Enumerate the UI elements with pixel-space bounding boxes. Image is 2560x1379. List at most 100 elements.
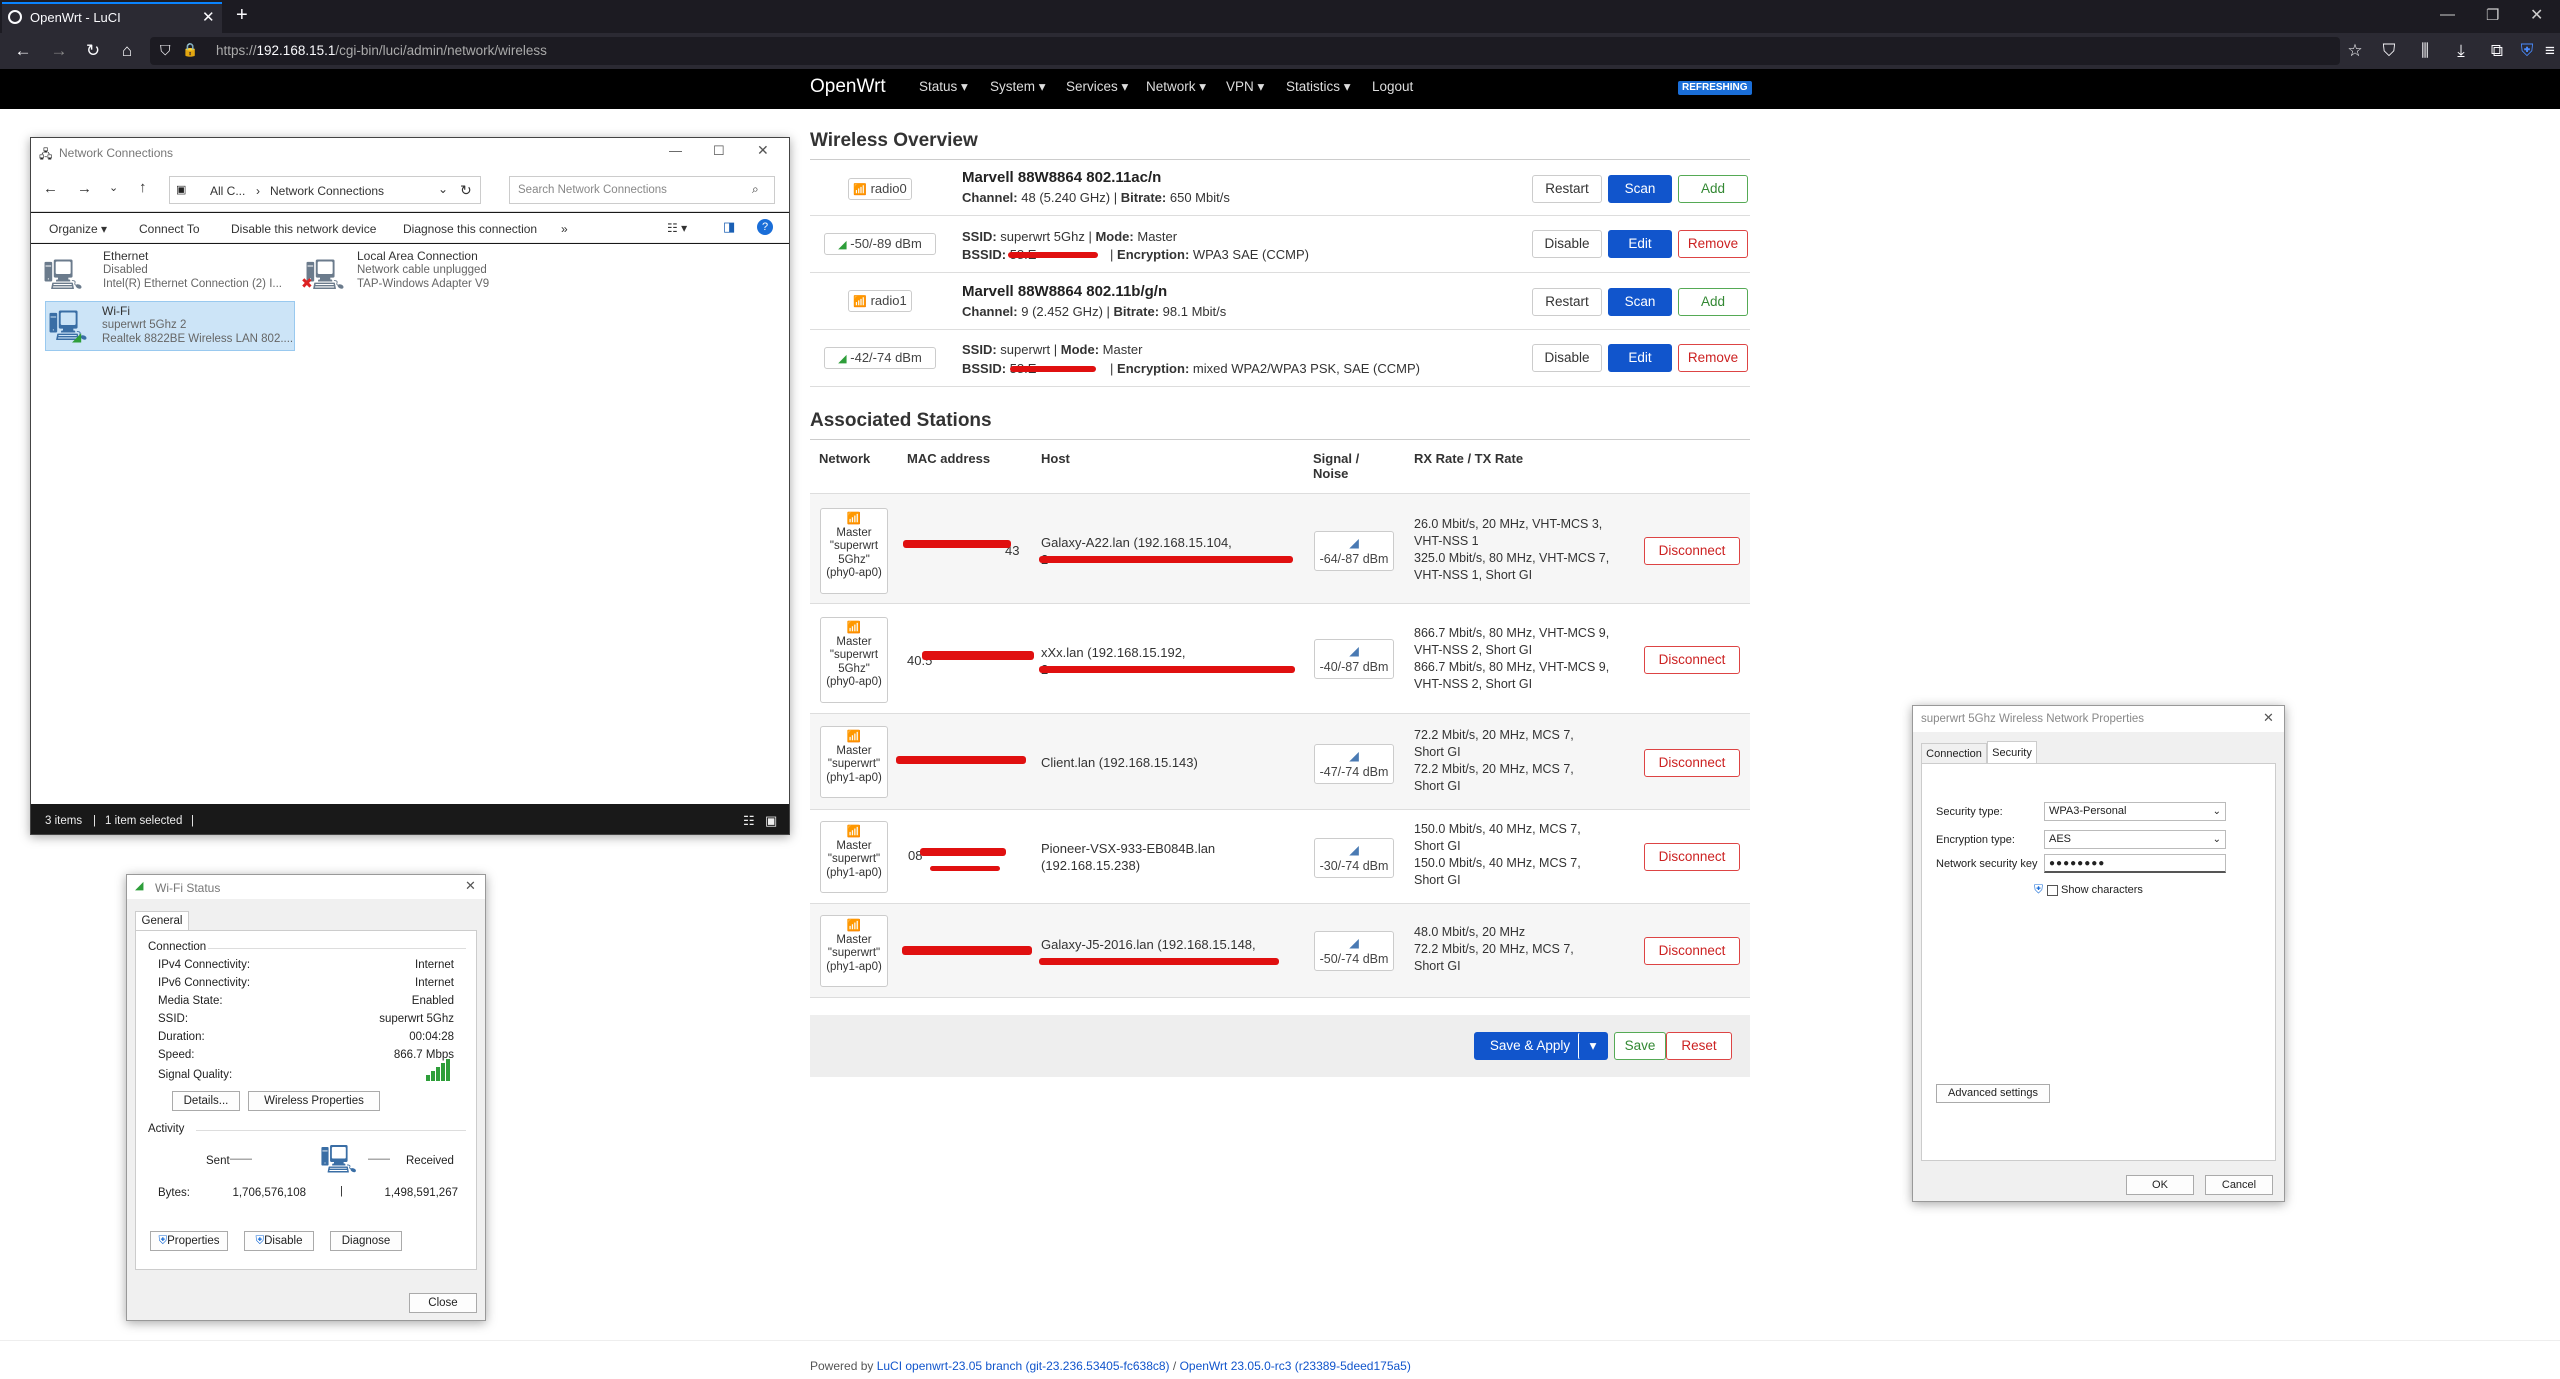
search-icon[interactable]: ⌕ (752, 182, 759, 197)
menu-network[interactable]: Network ▾ (1146, 69, 1206, 105)
forward-icon[interactable]: → (44, 33, 74, 69)
browser-tab[interactable]: OpenWrt - LuCI ✕ (2, 2, 222, 33)
up-icon[interactable]: ↑ (139, 179, 147, 196)
radio0-add-button[interactable]: Add (1678, 175, 1748, 203)
save-apply-button[interactable]: Save & Apply (1474, 1032, 1586, 1060)
tab-general[interactable]: General (135, 911, 189, 931)
radio1-scan-button[interactable]: Scan (1608, 288, 1672, 316)
tab-connection[interactable]: Connection (1921, 743, 1987, 763)
close-button[interactable]: Close (409, 1293, 477, 1313)
footer-luci-link[interactable]: LuCI openwrt-23.05 branch (git-23.236.53… (877, 1359, 1170, 1373)
wireless-properties-button[interactable]: Wireless Properties (248, 1091, 380, 1111)
save-apply-dropdown[interactable]: ▾ (1578, 1032, 1608, 1060)
wifi-item[interactable]: 🖳 ◢ Wi-Fi superwrt 5Ghz 2 Realtek 8822BE… (45, 301, 295, 351)
search-input[interactable]: Search Network Connections ⌕ (509, 176, 775, 204)
url-bar[interactable]: ⛉ 🔒 https://192.168.15.1/cgi-bin/luci/ad… (150, 37, 2340, 65)
details-button[interactable]: Details... (172, 1091, 240, 1111)
minimize-icon[interactable]: — (2440, 6, 2455, 23)
organize-button[interactable]: Organize ▾ (49, 222, 107, 236)
show-characters-checkbox[interactable] (2047, 885, 2058, 896)
disconnect-button[interactable]: Disconnect (1644, 646, 1740, 674)
radio1-add-button[interactable]: Add (1678, 288, 1748, 316)
menu-status[interactable]: Status ▾ (919, 69, 968, 105)
pocket-icon[interactable]: ⛉ (2376, 33, 2402, 69)
station-rate: 26.0 Mbit/s, 20 MHz, VHT-MCS 3, VHT-NSS 1… (1414, 517, 1610, 582)
large-icons-view-icon[interactable]: ▣ (765, 813, 777, 829)
address-bar[interactable]: ▣ All C... › Network Connections ⌄ ↻ (169, 176, 481, 204)
properties-button[interactable]: ⛨Properties (150, 1231, 228, 1251)
tab-security[interactable]: Security (1987, 741, 2037, 764)
address-dropdown-icon[interactable]: ⌄ (438, 182, 448, 196)
close-icon[interactable]: ✕ (757, 142, 769, 159)
network-key-input[interactable]: ●●●●●●●● (2044, 854, 2226, 873)
footer-openwrt-link[interactable]: OpenWrt 23.05.0-rc3 (r23389-5deed175a5) (1180, 1359, 1411, 1373)
radio0-restart-button[interactable]: Restart (1532, 175, 1602, 203)
preview-pane-icon[interactable]: ◨ (723, 219, 735, 235)
ethernet-adapter-icon: 🖳 (43, 259, 84, 292)
diagnose-button[interactable]: Diagnose this connection (403, 222, 537, 236)
forward-icon[interactable]: → (77, 180, 92, 197)
details-view-icon[interactable]: ☷ (743, 813, 755, 829)
library-icon[interactable]: ⫼ (2412, 33, 2438, 69)
wifinet0-remove-button[interactable]: Remove (1678, 230, 1748, 258)
minimize-icon[interactable]: — (669, 143, 682, 158)
help-icon[interactable]: ? (757, 219, 773, 235)
cancel-button[interactable]: Cancel (2205, 1175, 2273, 1195)
local-area-connection-item[interactable]: 🖳 ✖ Local Area Connection Network cable … (299, 247, 553, 297)
reset-button[interactable]: Reset (1666, 1032, 1732, 1060)
advanced-settings-button[interactable]: Advanced settings (1936, 1084, 2050, 1103)
close-icon[interactable]: ✕ (2263, 710, 2274, 726)
extensions-icon[interactable]: ⧉ (2484, 33, 2510, 69)
crumb-network-connections[interactable]: Network Connections (270, 184, 384, 198)
back-icon[interactable]: ← (43, 180, 58, 197)
ethernet-item[interactable]: 🖳 Ethernet Disabled Intel(R) Ethernet Co… (37, 247, 291, 297)
menu-logout[interactable]: Logout (1372, 69, 1413, 105)
bitwarden-icon[interactable]: ⛨ (2516, 33, 2538, 69)
disable-device-button[interactable]: Disable this network device (231, 222, 376, 236)
radio0-scan-button[interactable]: Scan (1608, 175, 1672, 203)
save-button[interactable]: Save (1614, 1032, 1666, 1060)
refreshing-badge[interactable]: REFRESHING (1678, 81, 1752, 95)
wifinet0-disable-button[interactable]: Disable (1532, 230, 1602, 258)
back-icon[interactable]: ← (8, 33, 38, 69)
wifinet1-edit-button[interactable]: Edit (1608, 344, 1672, 372)
encryption-type-select[interactable]: AES ⌄ (2044, 830, 2226, 849)
status-bar: 3 items | 1 item selected | ☷ ▣ (31, 810, 789, 834)
recent-dropdown-icon[interactable]: ⌄ (109, 181, 118, 194)
maximize-icon[interactable]: ☐ (713, 143, 725, 159)
luci-brand[interactable]: OpenWrt (810, 76, 886, 98)
disable-button[interactable]: ⛨Disable (244, 1231, 314, 1251)
disconnect-button[interactable]: Disconnect (1644, 937, 1740, 965)
ok-button[interactable]: OK (2126, 1175, 2194, 1195)
reload-icon[interactable]: ↻ (78, 33, 108, 69)
view-options-icon[interactable]: ☷ ▾ (667, 221, 687, 235)
disconnect-button[interactable]: Disconnect (1644, 843, 1740, 871)
wifinet0-edit-button[interactable]: Edit (1608, 230, 1672, 258)
wireless-overview-title: Wireless Overview (810, 130, 978, 151)
connect-to-button[interactable]: Connect To (139, 222, 200, 236)
close-window-icon[interactable]: ✕ (2530, 5, 2543, 25)
menu-vpn[interactable]: VPN ▾ (1226, 69, 1264, 105)
disconnect-button[interactable]: Disconnect (1644, 537, 1740, 565)
crumb-all[interactable]: All C... (210, 184, 245, 198)
menu-services[interactable]: Services ▾ (1066, 69, 1128, 105)
diagnose-button[interactable]: Diagnose (330, 1231, 402, 1251)
restore-icon[interactable]: ❐ (2486, 6, 2499, 24)
menu-system[interactable]: System ▾ (990, 69, 1046, 105)
menu-statistics[interactable]: Statistics ▾ (1286, 69, 1351, 105)
security-type-select[interactable]: WPA3-Personal ⌄ (2044, 802, 2226, 821)
wifinet1-disable-button[interactable]: Disable (1532, 344, 1602, 372)
disconnect-button[interactable]: Disconnect (1644, 749, 1740, 777)
downloads-icon[interactable]: ⤓ (2448, 33, 2474, 69)
station-network-badge: 📶 Master "superwrt 5Ghz" (phy0-ap0) (820, 508, 888, 594)
home-icon[interactable]: ⌂ (112, 33, 142, 69)
radio1-restart-button[interactable]: Restart (1532, 288, 1602, 316)
bookmark-star-icon[interactable]: ☆ (2342, 33, 2368, 69)
close-tab-icon[interactable]: ✕ (202, 8, 215, 26)
menu-icon[interactable]: ≡ (2540, 33, 2560, 69)
close-icon[interactable]: ✕ (465, 878, 476, 894)
new-tab-icon[interactable]: + (236, 4, 248, 27)
refresh-icon[interactable]: ↻ (460, 182, 472, 199)
wifinet1-remove-button[interactable]: Remove (1678, 344, 1748, 372)
more-button[interactable]: » (561, 222, 568, 236)
